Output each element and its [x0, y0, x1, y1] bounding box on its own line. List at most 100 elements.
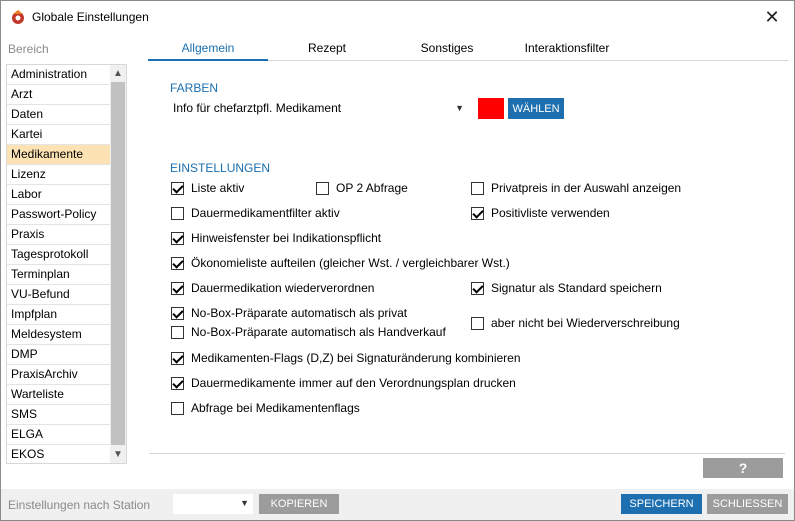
sidebar-item-lizenz[interactable]: Lizenz: [7, 165, 111, 185]
choose-color-button[interactable]: WÄHLEN: [508, 98, 564, 119]
sidebar-item-praxis[interactable]: Praxis: [7, 225, 111, 245]
tab-interaktionsfilter[interactable]: Interaktionsfilter: [508, 41, 626, 60]
sidebar-scrollbar[interactable]: ▲ ▼: [110, 65, 126, 463]
help-button[interactable]: ?: [703, 458, 783, 478]
checkbox-box[interactable]: [171, 256, 184, 270]
checkbox-box[interactable]: [171, 376, 184, 390]
tab-sonstiges[interactable]: Sonstiges: [386, 41, 508, 60]
checkbox-signatur-standard[interactable]: Signatur als Standard speichern: [471, 281, 662, 295]
app-logo-icon: [12, 10, 24, 24]
sidebar-item-daten[interactable]: Daten: [7, 105, 111, 125]
sidebar-item-impfplan[interactable]: Impfplan: [7, 305, 111, 325]
station-select[interactable]: ▼: [173, 494, 253, 514]
chevron-down-icon: ▼: [455, 103, 464, 113]
help-icon: ?: [738, 460, 748, 476]
checkbox-box[interactable]: [171, 325, 184, 339]
chevron-down-icon: ▼: [240, 498, 249, 508]
checkbox-oekonomieliste[interactable]: Ökonomieliste aufteilen (gleicher Wst. /…: [171, 256, 510, 270]
checkbox-label: aber nicht bei Wiederverschreibung: [491, 316, 680, 330]
checkbox-label: Ökonomieliste aufteilen (gleicher Wst. /…: [191, 256, 510, 270]
sidebar-item-medikamente[interactable]: Medikamente: [7, 145, 111, 165]
tab-allgemein[interactable]: Allgemein: [148, 41, 268, 61]
checkbox-label: Dauermedikamente immer auf den Verordnun…: [191, 376, 516, 390]
checkbox-privatpreis[interactable]: Privatpreis in der Auswahl anzeigen: [471, 181, 681, 195]
sidebar-item-passwort-policy[interactable]: Passwort-Policy: [7, 205, 111, 225]
copy-button[interactable]: KOPIEREN: [259, 494, 339, 514]
checkbox-label: No-Box-Präparate automatisch als Handver…: [191, 325, 446, 339]
color-target-value: Info für chefarztpfl. Medikament: [173, 101, 342, 115]
checkbox-box[interactable]: [171, 306, 184, 320]
tab-rezept[interactable]: Rezept: [268, 41, 386, 60]
footer-bar: Einstellungen nach Station ▼ KOPIEREN SP…: [1, 489, 794, 520]
station-label: Einstellungen nach Station: [8, 498, 151, 512]
checkbox-box[interactable]: [471, 206, 484, 220]
checkbox-nicht-wiederverschreibung[interactable]: aber nicht bei Wiederverschreibung: [471, 316, 680, 330]
scroll-thumb[interactable]: [111, 82, 125, 445]
sidebar-list: Administration Arzt Daten Kartei Medikam…: [6, 64, 127, 464]
sidebar-item-labor[interactable]: Labor: [7, 185, 111, 205]
checkbox-box[interactable]: [171, 351, 184, 365]
sidebar-item-dmp[interactable]: DMP: [7, 345, 111, 365]
checkbox-label: OP 2 Abfrage: [336, 181, 408, 195]
sidebar-item-ekos[interactable]: EKOS: [7, 445, 111, 463]
checkbox-op2-abfrage[interactable]: OP 2 Abfrage: [316, 181, 408, 195]
checkbox-label: Dauermedikation wiederverordnen: [191, 281, 375, 295]
checkbox-nobox-handverkauf[interactable]: No-Box-Präparate automatisch als Handver…: [171, 325, 446, 339]
sidebar-item-terminplan[interactable]: Terminplan: [7, 265, 111, 285]
checkbox-abfrage-flags[interactable]: Abfrage bei Medikamentenflags: [171, 401, 360, 415]
main-area: Bereich Administration Arzt Daten Kartei…: [1, 33, 794, 489]
checkbox-label: Dauermedikamentfilter aktiv: [191, 206, 340, 220]
checkbox-box[interactable]: [171, 181, 184, 195]
checkbox-positivliste[interactable]: Positivliste verwenden: [471, 206, 610, 220]
einstellungen-heading: EINSTELLUNGEN: [170, 161, 271, 175]
checkbox-liste-aktiv[interactable]: Liste aktiv: [171, 181, 244, 195]
settings-window: Globale Einstellungen ✕ Bereich Administ…: [0, 0, 795, 521]
sidebar-item-warteliste[interactable]: Warteliste: [7, 385, 111, 405]
scroll-up-icon[interactable]: ▲: [110, 65, 126, 82]
close-button[interactable]: SCHLIESSEN: [707, 494, 788, 514]
color-swatch[interactable]: [478, 98, 504, 119]
sidebar-item-administration[interactable]: Administration: [7, 65, 111, 85]
checkbox-flags-kombinieren[interactable]: Medikamenten-Flags (D,Z) bei Signaturänd…: [171, 351, 521, 365]
checkbox-label: Positivliste verwenden: [491, 206, 610, 220]
checkbox-verordnungsplan[interactable]: Dauermedikamente immer auf den Verordnun…: [171, 376, 516, 390]
sidebar-item-praxisarchiv[interactable]: PraxisArchiv: [7, 365, 111, 385]
sidebar-item-elga[interactable]: ELGA: [7, 425, 111, 445]
tab-bar: Allgemein Rezept Sonstiges Interaktionsf…: [148, 41, 788, 61]
scroll-down-icon[interactable]: ▼: [110, 446, 126, 463]
checkbox-box[interactable]: [171, 206, 184, 220]
sidebar-heading: Bereich: [8, 42, 49, 56]
sidebar-item-kartei[interactable]: Kartei: [7, 125, 111, 145]
checkbox-dauermed-filter[interactable]: Dauermedikamentfilter aktiv: [171, 206, 340, 220]
checkbox-box[interactable]: [471, 316, 484, 330]
checkbox-dauermedikation[interactable]: Dauermedikation wiederverordnen: [171, 281, 374, 295]
checkbox-label: Medikamenten-Flags (D,Z) bei Signaturänd…: [191, 351, 521, 365]
checkbox-label: Hinweisfenster bei Indikationspflicht: [191, 231, 382, 245]
sidebar-item-arzt[interactable]: Arzt: [7, 85, 111, 105]
farben-heading: FARBEN: [170, 81, 219, 95]
sidebar-item-sms[interactable]: SMS: [7, 405, 111, 425]
checkbox-label: Abfrage bei Medikamentenflags: [191, 401, 360, 415]
color-target-select[interactable]: Info für chefarztpfl. Medikament ▼: [169, 98, 469, 118]
window-title: Globale Einstellungen: [32, 10, 149, 24]
save-button[interactable]: SPEICHERN: [621, 494, 702, 514]
checkbox-box[interactable]: [471, 181, 484, 195]
checkbox-box[interactable]: [171, 231, 184, 245]
checkbox-label: Signatur als Standard speichern: [491, 281, 662, 295]
close-icon: ✕: [764, 6, 780, 27]
checkbox-box[interactable]: [171, 401, 184, 415]
checkbox-nobox-privat[interactable]: No-Box-Präparate automatisch als privat: [171, 306, 407, 320]
checkbox-label: Liste aktiv: [191, 181, 245, 195]
checkbox-box[interactable]: [171, 281, 184, 295]
close-window-button[interactable]: ✕: [750, 1, 794, 33]
checkbox-label: No-Box-Präparate automatisch als privat: [191, 306, 408, 320]
checkbox-label: Privatpreis in der Auswahl anzeigen: [491, 181, 682, 195]
checkbox-hinweisfenster[interactable]: Hinweisfenster bei Indikationspflicht: [171, 231, 381, 245]
checkbox-box[interactable]: [316, 181, 329, 195]
checkbox-box[interactable]: [471, 281, 484, 295]
content-divider: [149, 453, 785, 454]
sidebar-item-tagesprotokoll[interactable]: Tagesprotokoll: [7, 245, 111, 265]
title-bar: Globale Einstellungen ✕: [1, 1, 794, 33]
sidebar-item-meldesystem[interactable]: Meldesystem: [7, 325, 111, 345]
sidebar-item-vu-befund[interactable]: VU-Befund: [7, 285, 111, 305]
